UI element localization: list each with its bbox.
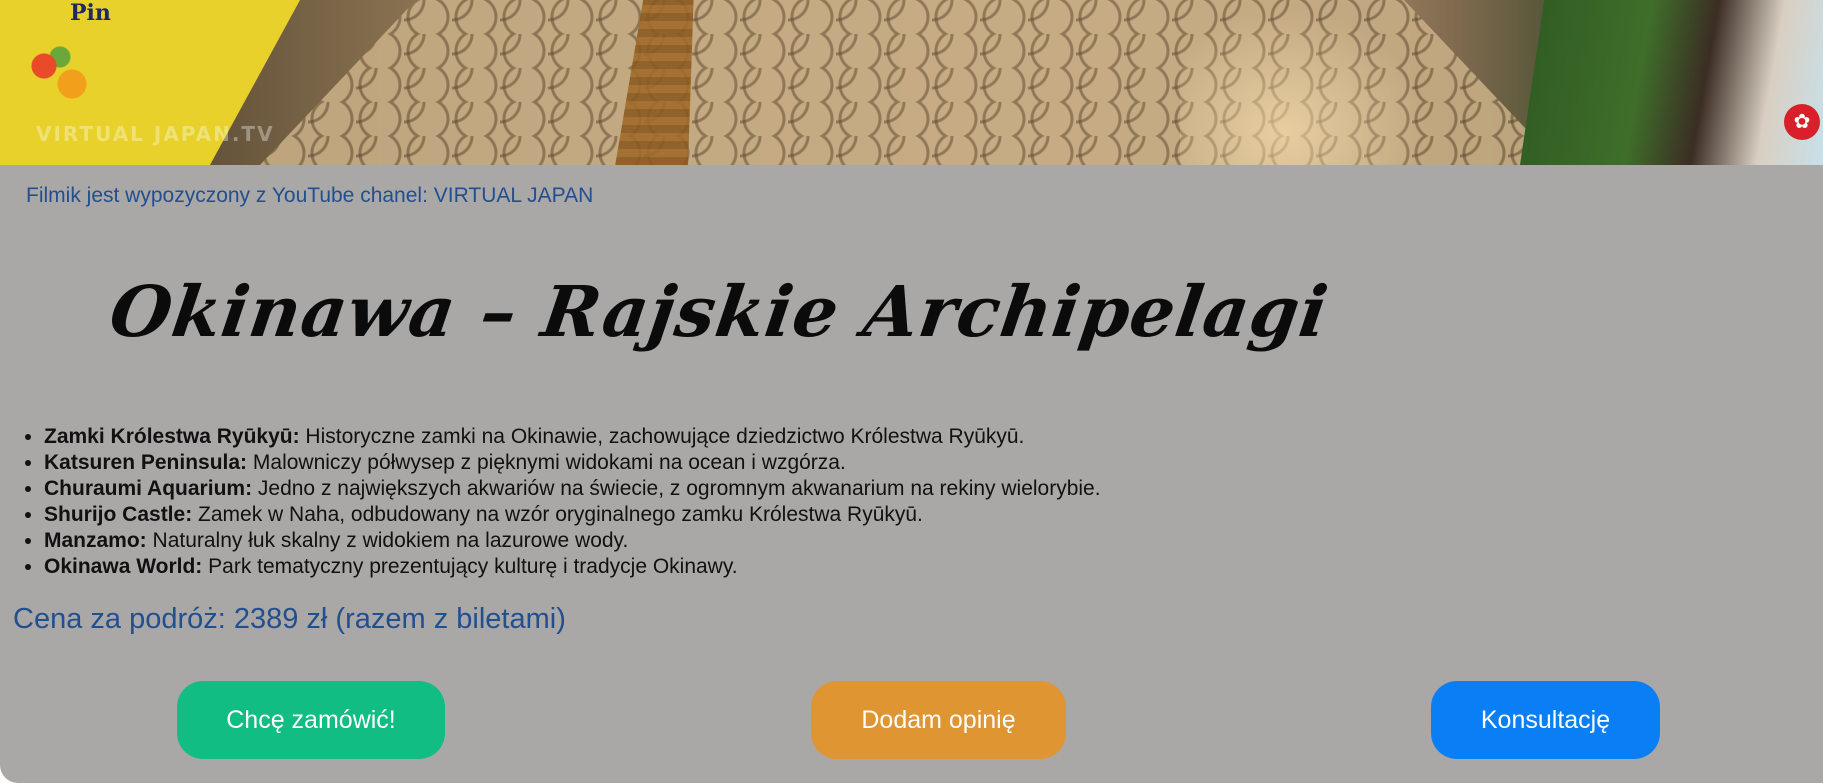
attraction-desc: Malowniczy półwysep z pięknymi widokami … xyxy=(247,451,846,474)
list-item: Katsuren Peninsula: Malowniczy półwysep … xyxy=(44,450,1101,476)
page: Pin VIRTUAL JAPAN.TV ✿ Filmik jest wypoz… xyxy=(0,0,1823,783)
video-grass xyxy=(1520,0,1823,165)
settings-badge-icon[interactable]: ✿ xyxy=(1784,104,1820,140)
list-item: Okinawa World: Park tematyczny prezentuj… xyxy=(44,554,1101,580)
attraction-desc: Historyczne zamki na Okinawie, zachowują… xyxy=(299,425,1025,448)
list-item: Churaumi Aquarium: Jedno z największych … xyxy=(44,476,1101,502)
list-item: Zamki Królestwa Ryūkyū: Historyczne zamk… xyxy=(44,424,1101,450)
video-player[interactable]: Pin VIRTUAL JAPAN.TV ✿ xyxy=(0,0,1823,165)
fruit-picture xyxy=(20,30,100,120)
attraction-desc: Jedno z największych akwariów na świecie… xyxy=(252,477,1101,500)
video-sign-text: Pin xyxy=(70,0,111,26)
attraction-desc: Naturalny łuk skalny z widokiem na lazur… xyxy=(146,529,629,552)
video-watermark: VIRTUAL JAPAN.TV xyxy=(36,122,275,146)
attraction-name: Zamki Królestwa Ryūkyū: xyxy=(44,425,300,448)
trip-price: Cena za podróż: 2389 zł (razem z biletam… xyxy=(13,603,566,635)
add-review-button[interactable]: Dodam opinię xyxy=(811,681,1066,759)
attraction-desc: Zamek w Naha, odbudowany na wzór orygina… xyxy=(192,503,923,526)
list-item: Manzamo: Naturalny łuk skalny z widokiem… xyxy=(44,528,1101,554)
page-title: Okinawa – Rajskie Archipelagi xyxy=(105,270,1334,353)
consultation-button[interactable]: Konsultację xyxy=(1431,681,1660,759)
attraction-name: Shurijo Castle: xyxy=(44,503,193,526)
attractions-list: Zamki Królestwa Ryūkyū: Historyczne zamk… xyxy=(44,424,1101,580)
attraction-desc: Park tematyczny prezentujący kulturę i t… xyxy=(202,555,738,578)
video-light xyxy=(1180,0,1440,165)
attraction-name: Manzamo: xyxy=(44,529,147,552)
list-item: Shurijo Castle: Zamek w Naha, odbudowany… xyxy=(44,502,1101,528)
attraction-name: Okinawa World: xyxy=(44,555,203,578)
attraction-name: Katsuren Peninsula: xyxy=(44,451,248,474)
video-credit: Filmik jest wypozyczony z YouTube chanel… xyxy=(26,184,594,207)
order-button[interactable]: Chcę zamówić! xyxy=(177,681,445,759)
attraction-name: Churaumi Aquarium: xyxy=(44,477,253,500)
